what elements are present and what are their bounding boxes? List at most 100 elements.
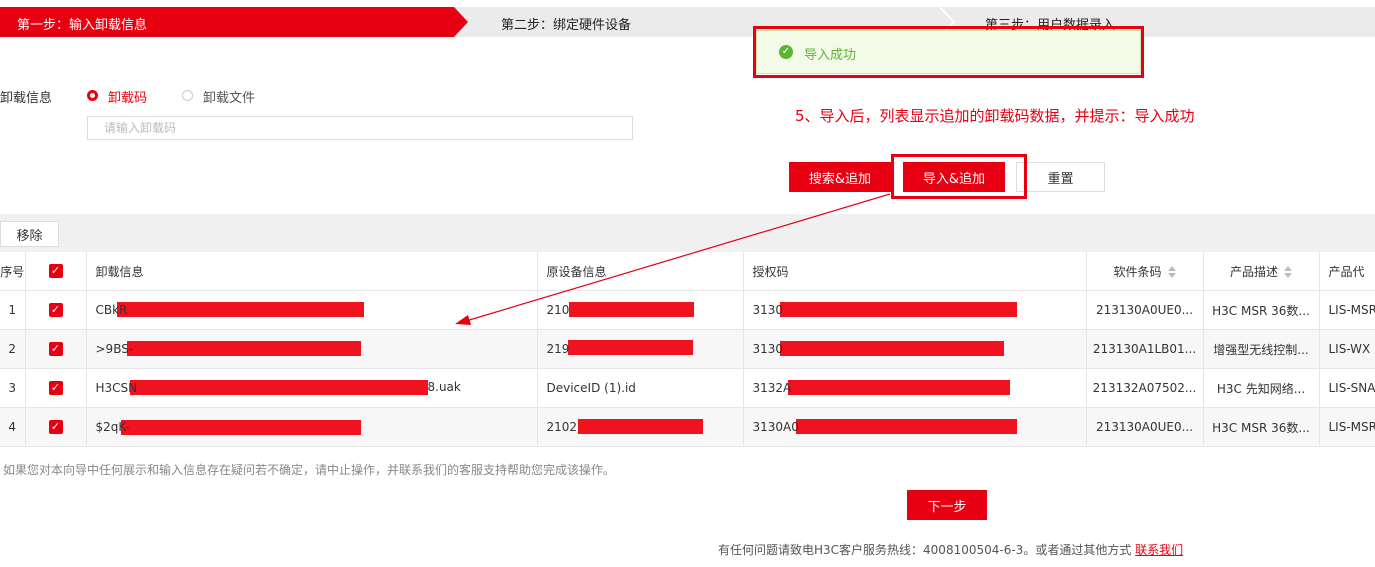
row-device-info: DeviceID (1).id bbox=[537, 368, 744, 408]
uninstall-table: 序号 ✓ 卸载信息 原设备信息 授权码 软件条码 产品描述 产品代 1 ✓ CB… bbox=[0, 252, 1375, 447]
row-barcode: 213130A0UE0... bbox=[1086, 407, 1204, 447]
row-index: 3 bbox=[0, 368, 26, 408]
checkbox-checked-icon[interactable]: ✓ bbox=[48, 303, 63, 318]
step-1-label: 第一步：输入卸载信息 bbox=[17, 18, 148, 33]
step-2-label: 第二步：绑定硬件设备 bbox=[501, 18, 632, 33]
redaction-mark bbox=[779, 302, 1017, 317]
wizard-steps: 第一步：输入卸载信息 第二步：绑定硬件设备 第三步：用户数据录入 bbox=[0, 7, 1375, 37]
table-row: 3 ✓ H3CSN 8.uak DeviceID (1).id 3132A 213… bbox=[0, 368, 1375, 408]
uninstall-info-text: $2qK- bbox=[95, 420, 130, 434]
row-checkbox-cell[interactable]: ✓ bbox=[25, 368, 87, 408]
row-description: H3C MSR 36数... bbox=[1203, 407, 1320, 447]
footer: 有任何问题请致电H3C客户服务热线：4008100504-6-3。或者通过其他方… bbox=[718, 541, 1183, 558]
table-row: 4 ✓ $2qK- 2102 3130A0 213130A0UE0... H3C… bbox=[0, 407, 1375, 447]
checkbox-checked-icon[interactable]: ✓ bbox=[48, 264, 63, 279]
header-description[interactable]: 产品描述 bbox=[1203, 252, 1320, 291]
row-auth-code: 3130 bbox=[743, 329, 1087, 369]
remove-button[interactable]: 移除 bbox=[0, 221, 59, 247]
uninstall-info-text: >9BS- bbox=[95, 342, 134, 356]
row-device-info: 210 bbox=[537, 290, 744, 330]
row-uninstall-info: $2qK- bbox=[86, 407, 538, 447]
redaction-mark bbox=[120, 420, 361, 435]
auth-code-text: 3130A0 bbox=[752, 420, 799, 434]
redaction-mark bbox=[795, 419, 1017, 434]
row-index: 4 bbox=[0, 407, 26, 447]
uninstall-info-text: CBkR bbox=[95, 303, 128, 317]
sort-icon[interactable] bbox=[1167, 266, 1176, 278]
import-button-highlight-box bbox=[891, 154, 1027, 199]
radio-uninstall-code[interactable] bbox=[87, 90, 98, 101]
header-auth-code: 授权码 bbox=[743, 252, 1087, 291]
redaction-mark bbox=[779, 341, 1004, 356]
checkbox-checked-icon[interactable]: ✓ bbox=[48, 420, 63, 435]
row-product-code: LIS-MSR bbox=[1319, 407, 1375, 447]
redaction-mark bbox=[126, 341, 361, 356]
redaction-mark bbox=[567, 340, 693, 355]
annotation-text: 5、导入后，列表显示追加的卸载码数据，并提示：导入成功 bbox=[795, 107, 1195, 125]
notice-text: 如果您对本向导中任何展示和输入信息存在疑问若不确定，请中止操作，并联系我们的客服… bbox=[3, 463, 616, 477]
redaction-mark bbox=[577, 419, 703, 434]
sort-icon[interactable] bbox=[1284, 266, 1292, 278]
redaction-mark bbox=[568, 302, 694, 317]
radio-uninstall-file[interactable] bbox=[182, 90, 193, 101]
header-product-code: 产品代 bbox=[1319, 252, 1375, 291]
header-description-label: 产品描述 bbox=[1229, 264, 1278, 279]
header-barcode[interactable]: 软件条码 bbox=[1086, 252, 1204, 291]
uninstall-info-suffix: 8.uak bbox=[427, 380, 461, 394]
header-uninstall-info: 卸载信息 bbox=[86, 252, 538, 291]
radio-uninstall-code-label[interactable]: 卸载码 bbox=[108, 87, 147, 106]
next-step-button[interactable]: 下一步 bbox=[907, 490, 987, 520]
table-row: 2 ✓ >9BS- 219 3130 213130A1LB01... 增强型无线… bbox=[0, 329, 1375, 369]
table-row: 1 ✓ CBkR 210 3130 213130A0UE0... H3C MSR… bbox=[0, 290, 1375, 330]
header-select-all[interactable]: ✓ bbox=[25, 252, 87, 291]
row-device-info: 2102 bbox=[537, 407, 744, 447]
row-index: 1 bbox=[0, 290, 26, 330]
row-device-info: 219 bbox=[537, 329, 744, 369]
header-device-info: 原设备信息 bbox=[537, 252, 744, 291]
footer-text: 有任何问题请致电H3C客户服务热线：4008100504-6-3。或者通过其他方… bbox=[718, 543, 1132, 557]
device-info-text: 219 bbox=[546, 342, 570, 356]
step-1-active: 第一步：输入卸载信息 bbox=[0, 7, 468, 37]
row-barcode: 213130A1LB01... bbox=[1086, 329, 1204, 369]
row-uninstall-info: CBkR bbox=[86, 290, 538, 330]
row-index: 2 bbox=[0, 329, 26, 369]
table-header-row: 序号 ✓ 卸载信息 原设备信息 授权码 软件条码 产品描述 产品代 bbox=[0, 252, 1375, 291]
row-auth-code: 3132A bbox=[743, 368, 1087, 408]
row-checkbox-cell[interactable]: ✓ bbox=[25, 407, 87, 447]
row-description: H3C MSR 36数... bbox=[1203, 290, 1320, 330]
reset-button[interactable]: 重置 bbox=[1016, 162, 1105, 192]
search-add-button[interactable]: 搜索&追加 bbox=[789, 162, 891, 192]
redaction-mark bbox=[787, 380, 1010, 395]
checkbox-checked-icon[interactable]: ✓ bbox=[48, 381, 63, 396]
row-auth-code: 3130A0 bbox=[743, 407, 1087, 447]
row-description: 增强型无线控制... bbox=[1203, 329, 1320, 369]
auth-code-text: 3130 bbox=[752, 303, 784, 317]
redaction-mark bbox=[116, 302, 364, 317]
row-barcode: 213132A07502... bbox=[1086, 368, 1204, 408]
uninstall-info-label: 卸载信息 bbox=[0, 91, 53, 106]
row-auth-code: 3130 bbox=[743, 290, 1087, 330]
row-uninstall-info: H3CSN 8.uak bbox=[86, 368, 538, 408]
toast-highlight-box bbox=[753, 26, 1144, 78]
row-product-code: LIS-MSR bbox=[1319, 290, 1375, 330]
contact-us-link[interactable]: 联系我们 bbox=[1135, 543, 1183, 557]
radio-uninstall-file-label[interactable]: 卸载文件 bbox=[203, 87, 255, 106]
checkbox-checked-icon[interactable]: ✓ bbox=[48, 342, 63, 357]
table-toolbar bbox=[0, 214, 1375, 252]
row-checkbox-cell[interactable]: ✓ bbox=[25, 290, 87, 330]
auth-code-text: 3130 bbox=[752, 342, 784, 356]
device-info-text: 210 bbox=[546, 303, 570, 317]
row-uninstall-info: >9BS- bbox=[86, 329, 538, 369]
row-product-code: LIS-WX bbox=[1319, 329, 1375, 369]
uninstall-code-input[interactable] bbox=[87, 116, 633, 140]
redaction-mark bbox=[129, 380, 428, 395]
uninstall-info-text: H3CSN bbox=[95, 381, 138, 395]
row-description: H3C 先知网络... bbox=[1203, 368, 1320, 408]
row-checkbox-cell[interactable]: ✓ bbox=[25, 329, 87, 369]
auth-code-text: 3132A bbox=[752, 381, 792, 395]
header-barcode-label: 软件条码 bbox=[1113, 264, 1162, 279]
device-info-text: 2102 bbox=[546, 420, 578, 434]
header-index: 序号 bbox=[0, 252, 26, 291]
row-barcode: 213130A0UE0... bbox=[1086, 290, 1204, 330]
row-product-code: LIS-SNA bbox=[1319, 368, 1375, 408]
